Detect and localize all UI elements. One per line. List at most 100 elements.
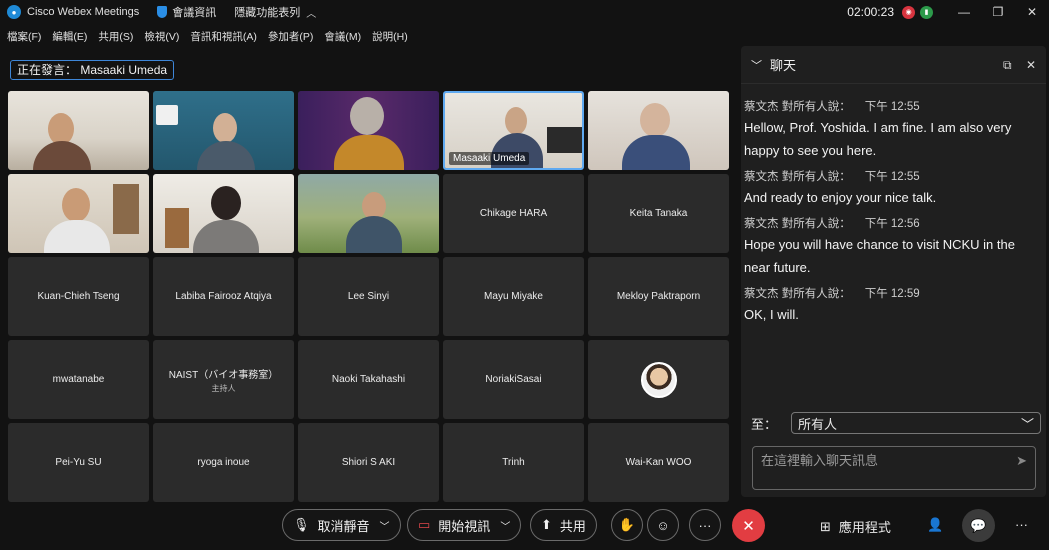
chat-toggle-button[interactable]: 💬 xyxy=(962,509,995,542)
message-meta: 蔡文杰 對所有人說： 下午 12:56 xyxy=(744,215,1036,231)
ellipsis-icon: ··· xyxy=(1015,517,1028,532)
video-feed xyxy=(298,174,439,253)
menu-edit[interactable]: 編輯(E) xyxy=(52,29,87,44)
message-text: And ready to enjoy your nice talk. xyxy=(744,190,937,205)
participant-tile[interactable]: Trinh xyxy=(443,423,584,502)
meeting-toolbar: 🎙 取消靜音 ﹀ ▭ 開始視訊 ﹀ ⬆ 共用 ✋ ☺ ··· ✕ ⊞ 應用程式 … xyxy=(0,506,1049,546)
menu-file[interactable]: 檔案(F) xyxy=(7,29,41,44)
participant-name: Naoki Takahashi xyxy=(331,374,406,385)
message-meta: 蔡文杰 對所有人說： 下午 12:59 xyxy=(744,285,1036,301)
recipient-row: 至： 所有人 ﹀ xyxy=(751,412,1042,434)
menu-help[interactable]: 說明(H) xyxy=(372,29,408,44)
participant-tile-host[interactable]: NAIST（バイオ事務室） 主持人 xyxy=(153,340,294,419)
meeting-info-button[interactable]: 會議資訊 xyxy=(157,4,216,20)
raise-hand-button[interactable]: ✋ xyxy=(611,509,643,541)
participant-name: Chikage HARA xyxy=(479,208,548,219)
participant-name: NAIST（バイオ事務室） xyxy=(168,369,279,381)
participant-name: Trinh xyxy=(502,457,525,468)
message-text: Hellow, Prof. Yoshida. I am fine. I am a… xyxy=(744,120,1012,158)
title-bar: ● Cisco Webex Meetings 會議資訊 隱藏功能表列 ︿ 02:… xyxy=(0,0,1049,24)
menu-view[interactable]: 檢視(V) xyxy=(144,29,179,44)
chevron-down-icon[interactable]: ﹀ xyxy=(751,57,762,73)
video-tile[interactable] xyxy=(298,91,439,170)
close-window-button[interactable]: ✕ xyxy=(1015,5,1049,19)
close-icon[interactable]: ✕ xyxy=(1026,58,1036,72)
participant-name: Wai-Kan WOO xyxy=(625,457,692,468)
participant-tile[interactable]: Keita Tanaka xyxy=(588,174,729,253)
restore-button[interactable]: ❐ xyxy=(981,5,1015,19)
mic-muted-icon: 🎙 xyxy=(293,517,310,532)
apps-button[interactable]: ⊞ 應用程式 xyxy=(820,517,891,536)
leave-meeting-button[interactable]: ✕ xyxy=(732,509,765,542)
participant-tile-avatar[interactable] xyxy=(588,340,729,419)
app-title: Cisco Webex Meetings xyxy=(27,6,140,18)
video-tile[interactable] xyxy=(588,91,729,170)
participant-name: NoriakiSasai xyxy=(485,374,542,385)
participant-tile[interactable]: Lee Sinyi xyxy=(298,257,439,336)
hide-menu-button[interactable]: 隱藏功能表列 ︿ xyxy=(234,4,316,20)
more-button[interactable]: ··· xyxy=(1015,517,1028,532)
message-time: 下午 12:55 xyxy=(864,101,920,113)
message-sender: 蔡文杰 對所有人說： xyxy=(744,288,851,300)
participant-tile[interactable]: Wai-Kan WOO xyxy=(588,423,729,502)
video-tile[interactable] xyxy=(8,91,149,170)
chat-input[interactable]: 在這裡輸入聊天訊息 ➤ xyxy=(752,446,1036,490)
participant-tile[interactable]: Kuan-Chieh Tseng xyxy=(8,257,149,336)
start-video-button[interactable]: ▭ 開始視訊 ﹀ xyxy=(407,509,522,541)
participant-tile[interactable]: Pei-Yu SU xyxy=(8,423,149,502)
title-bar-right: 02:00:23 ◉ ▮ — ❐ ✕ xyxy=(847,0,1049,24)
chevron-down-icon[interactable]: ﹀ xyxy=(500,518,510,533)
video-tile[interactable] xyxy=(153,174,294,253)
participant-tile[interactable]: Mayu Miyake xyxy=(443,257,584,336)
participant-tile[interactable]: Naoki Takahashi xyxy=(298,340,439,419)
chevron-down-icon[interactable]: ﹀ xyxy=(380,518,390,533)
webex-logo-icon: ● xyxy=(7,5,21,19)
chat-panel: ﹀ 聊天 ⧉ ✕ 蔡文杰 對所有人說： 下午 12:55 Hellow, Prof… xyxy=(741,46,1046,497)
close-icon: ✕ xyxy=(742,517,755,535)
participant-tile[interactable]: Mekloy Paktraporn xyxy=(588,257,729,336)
participant-name: Pei-Yu SU xyxy=(55,457,102,468)
menu-meeting[interactable]: 會議(M) xyxy=(324,29,361,44)
video-tile[interactable] xyxy=(298,174,439,253)
apps-label: 應用程式 xyxy=(838,520,891,535)
video-tile-masaaki-umeda[interactable]: Masaaki Umeda xyxy=(443,91,584,170)
unmute-button[interactable]: 🎙 取消靜音 ﹀ xyxy=(282,509,401,541)
video-tile[interactable] xyxy=(153,91,294,170)
recipient-select[interactable]: 所有人 ﹀ xyxy=(791,412,1042,434)
pop-out-icon[interactable]: ⧉ xyxy=(1003,58,1012,73)
menu-participants[interactable]: 參加者(P) xyxy=(268,29,314,44)
hide-menu-label: 隱藏功能表列 xyxy=(234,7,301,19)
minimize-button[interactable]: — xyxy=(947,5,981,19)
recipient-value: 所有人 xyxy=(798,416,838,432)
send-icon[interactable]: ➤ xyxy=(1016,453,1027,469)
video-feed xyxy=(8,174,149,253)
more-options-button[interactable]: ··· xyxy=(689,509,721,541)
menu-share[interactable]: 共用(S) xyxy=(98,29,133,44)
share-button[interactable]: ⬆ 共用 xyxy=(530,509,597,541)
chat-input-placeholder: 在這裡輸入聊天訊息 xyxy=(761,453,879,468)
video-feed xyxy=(588,91,729,170)
recording-icon[interactable]: ◉ xyxy=(902,5,915,19)
participant-tile[interactable]: ryoga inoue xyxy=(153,423,294,502)
participant-name: Keita Tanaka xyxy=(629,208,688,219)
participant-name: ryoga inoue xyxy=(197,457,250,468)
participant-tile[interactable]: Labiba Fairooz Atqiya xyxy=(153,257,294,336)
participant-name: Labiba Fairooz Atqiya xyxy=(175,291,272,302)
network-health-icon[interactable]: ▮ xyxy=(920,5,933,19)
participant-tile[interactable]: Chikage HARA xyxy=(443,174,584,253)
participants-button[interactable]: 👤 xyxy=(927,517,943,533)
message-sender: 蔡文杰 對所有人說： xyxy=(744,101,851,113)
camera-off-icon: ▭ xyxy=(418,517,431,532)
participant-tile[interactable]: mwatanabe xyxy=(8,340,149,419)
participant-tile[interactable]: NoriakiSasai xyxy=(443,340,584,419)
apps-grid-icon: ⊞ xyxy=(820,518,831,534)
chevron-up-icon: ︿ xyxy=(306,8,317,20)
video-feed xyxy=(153,91,294,170)
menu-audio-video[interactable]: 音訊和視訊(A) xyxy=(190,29,257,44)
hand-icon: ✋ xyxy=(618,517,636,532)
participant-tile[interactable]: Shiori S AKI xyxy=(298,423,439,502)
message-meta: 蔡文杰 對所有人說： 下午 12:55 xyxy=(744,168,1036,184)
reactions-button[interactable]: ☺ xyxy=(647,509,679,541)
menu-bar: 檔案(F) 編輯(E) 共用(S) 檢視(V) 音訊和視訊(A) 參加者(P) … xyxy=(0,26,412,46)
video-tile[interactable] xyxy=(8,174,149,253)
